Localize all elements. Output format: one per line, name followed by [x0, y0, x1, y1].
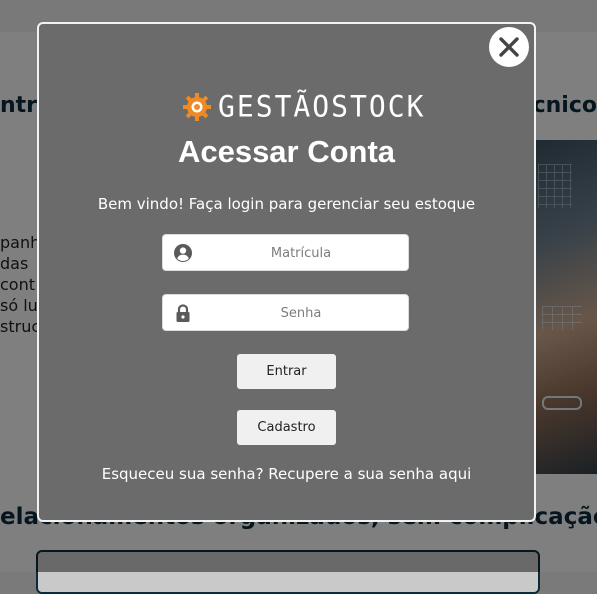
recover-password-link[interactable]: Recupere a sua senha aqui	[268, 465, 471, 483]
password-field[interactable]	[162, 294, 409, 332]
user-circle-icon	[174, 244, 192, 262]
brand-name: GESTÃOSTOCK	[218, 89, 426, 124]
modal-title: Acessar Conta	[177, 134, 396, 169]
username-field[interactable]	[162, 234, 409, 272]
lock-icon	[176, 304, 190, 322]
forgot-password-prefix: Esqueceu sua senha?	[101, 465, 269, 483]
close-button[interactable]	[489, 27, 529, 67]
login-button[interactable]: Entrar	[237, 354, 336, 389]
username-input[interactable]	[199, 235, 403, 272]
brand-logo: GESTÃOSTOCK	[182, 89, 423, 126]
login-modal: GESTÃOSTOCK Acessar Conta Bem vindo! Faç…	[37, 22, 536, 522]
register-button[interactable]: Cadastro	[237, 410, 336, 445]
modal-subtitle: Bem vindo! Faça login para gerenciar seu…	[97, 195, 476, 213]
close-icon	[499, 37, 519, 57]
forgot-password-text: Esqueceu sua senha? Recupere a sua senha…	[39, 465, 534, 483]
password-input[interactable]	[199, 295, 403, 332]
gear-icon	[183, 93, 211, 121]
